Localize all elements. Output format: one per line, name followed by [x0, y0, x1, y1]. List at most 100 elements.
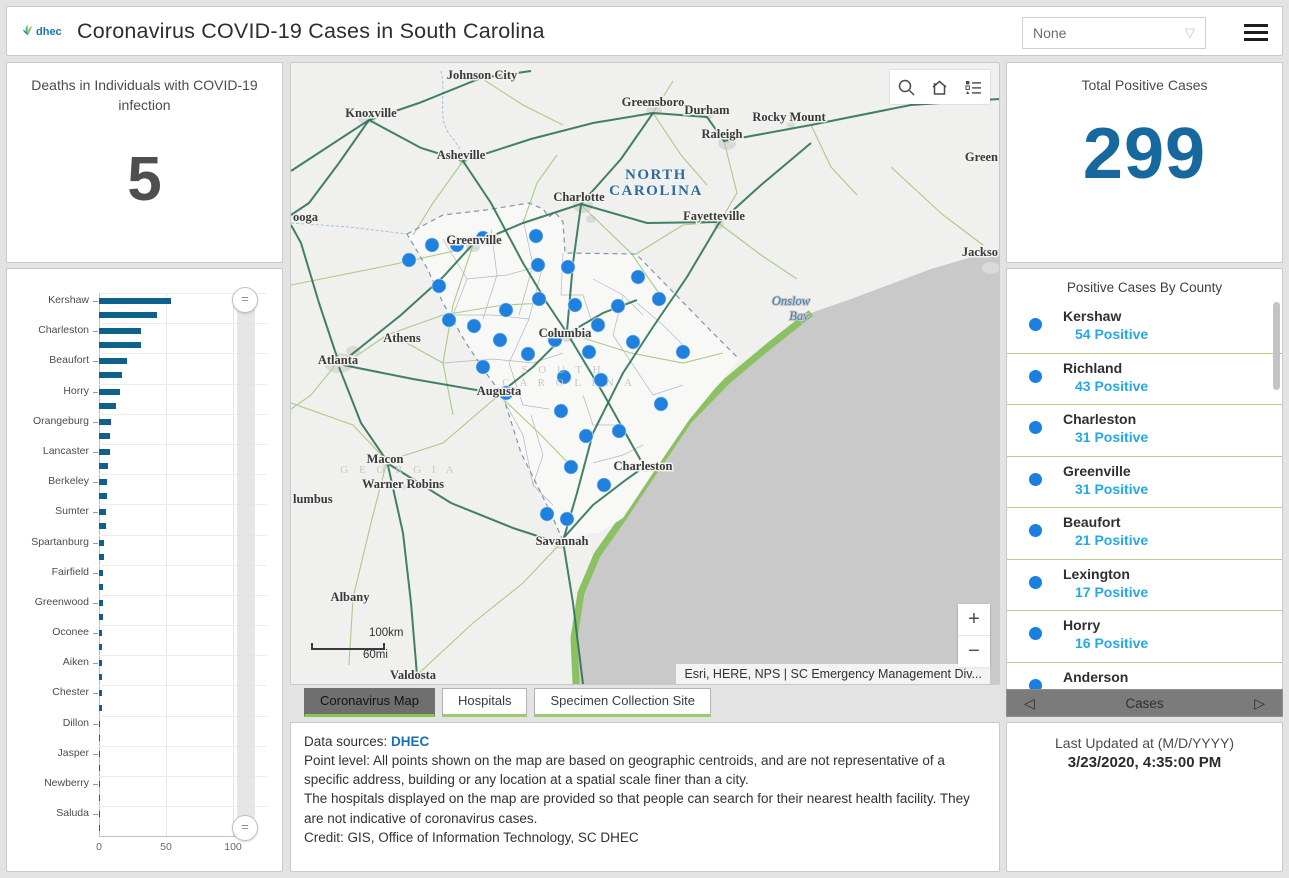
sources-lines: Point level: All points shown on the map…	[304, 751, 986, 847]
pager-prev-icon[interactable]: ◁	[1007, 690, 1052, 716]
map-case-dot[interactable]	[499, 303, 513, 317]
dhec-link[interactable]: DHEC	[391, 734, 429, 749]
deaths-panel: Deaths in Individuals with COVID-19 infe…	[6, 62, 283, 263]
county-list-item[interactable]: Greenville31 Positive	[1007, 457, 1282, 509]
map-case-dot[interactable]	[476, 360, 490, 374]
chart-row	[7, 399, 267, 414]
chart-bar	[99, 630, 102, 636]
last-updated-value: 3/23/2020, 4:35:00 PM	[1007, 754, 1282, 771]
tab-hospitals[interactable]: Hospitals	[442, 688, 527, 717]
chart-category-label: Newberry	[7, 776, 99, 791]
case-dot-icon	[1029, 576, 1042, 589]
chart-row	[7, 550, 267, 565]
zoom-out-button[interactable]: −	[958, 636, 990, 667]
map-case-dot[interactable]	[531, 258, 545, 272]
search-icon[interactable]	[892, 72, 922, 102]
county-list-item[interactable]: Kershaw54 Positive	[1007, 302, 1282, 354]
zoom-in-button[interactable]: +	[958, 604, 990, 636]
county-list-item[interactable]: Richland 43 Positive	[1007, 354, 1282, 406]
county-name: Charleston	[1063, 411, 1136, 427]
chart-bar	[99, 765, 100, 771]
map-panel[interactable]: Johnson CityKnoxvilleGreensboroDurhamRal…	[290, 62, 1000, 685]
chart-category-tick	[93, 482, 98, 483]
map-case-dot[interactable]	[402, 253, 416, 267]
map-case-dot[interactable]	[676, 345, 690, 359]
chart-bar	[99, 825, 100, 831]
chart-bar	[99, 735, 100, 741]
map-case-dot[interactable]	[579, 429, 593, 443]
map-case-dot[interactable]	[532, 292, 546, 306]
map-case-dot[interactable]	[564, 460, 578, 474]
chart-scrollbar-track[interactable]	[237, 295, 255, 825]
chart-row	[7, 821, 267, 836]
county-list-item[interactable]: Beaufort21 Positive	[1007, 508, 1282, 560]
map-case-dot[interactable]	[654, 397, 668, 411]
legend-icon[interactable]	[958, 72, 988, 102]
deaths-title: Deaths in Individuals with COVID-19 infe…	[7, 63, 282, 116]
home-icon[interactable]	[925, 72, 955, 102]
map-case-dot[interactable]	[597, 478, 611, 492]
chart-row: Kershaw	[7, 293, 267, 308]
header: dhec Coronavirus COVID-19 Cases in South…	[6, 6, 1283, 56]
county-name: Richland	[1063, 360, 1122, 376]
map-label-athens: Athens	[383, 331, 421, 345]
chart-category-label: Aiken	[7, 655, 99, 670]
county-list-item[interactable]: Lexington17 Positive	[1007, 560, 1282, 612]
pager-next-icon[interactable]: ▷	[1237, 690, 1282, 716]
chart-row: Dillon	[7, 716, 267, 731]
map-case-dot[interactable]	[554, 404, 568, 418]
chart-bar	[99, 721, 100, 727]
county-list-item[interactable]: Anderson13 Positive	[1007, 663, 1282, 691]
map-case-dot[interactable]	[442, 313, 456, 327]
map-case-dot[interactable]	[540, 507, 554, 521]
chart-category-label	[7, 821, 99, 836]
list-scrollbar-thumb[interactable]	[1273, 302, 1280, 390]
map-case-dot[interactable]	[529, 229, 543, 243]
map-label-bay: Bay	[789, 309, 809, 323]
tab-specimen-collection-site[interactable]: Specimen Collection Site	[534, 688, 711, 717]
map-case-dot[interactable]	[631, 270, 645, 284]
category-filter-select[interactable]: None ▽	[1022, 17, 1206, 49]
map-canvas[interactable]: Johnson CityKnoxvilleGreensboroDurhamRal…	[291, 63, 999, 684]
map-case-dot[interactable]	[611, 299, 625, 313]
map-label-johnson-city: Johnson City	[447, 68, 518, 82]
map-label-ooga: ooga	[293, 210, 319, 224]
map-case-dot[interactable]	[560, 512, 574, 526]
map-case-dot[interactable]	[561, 260, 575, 274]
map-case-dot[interactable]	[425, 238, 439, 252]
chart-bar	[99, 811, 100, 817]
chart-category-label: Spartanburg	[7, 535, 99, 550]
case-dot-icon	[1029, 627, 1042, 640]
county-list-item[interactable]: Charleston31 Positive	[1007, 405, 1282, 457]
chart-category-label	[7, 791, 99, 806]
map-case-dot[interactable]	[612, 424, 626, 438]
map-label-albany: Albany	[331, 590, 371, 604]
map-case-dot[interactable]	[568, 298, 582, 312]
chart-category-label	[7, 368, 99, 383]
chart-row	[7, 489, 267, 504]
case-dot-icon	[1029, 524, 1042, 537]
map-case-dot[interactable]	[626, 335, 640, 349]
chart-bar	[99, 705, 102, 711]
tab-coronavirus-map[interactable]: Coronavirus Map	[304, 688, 435, 717]
chart-category-tick	[93, 663, 98, 664]
map-case-dot[interactable]	[591, 318, 605, 332]
chart-row	[7, 670, 267, 685]
chart-row	[7, 429, 267, 444]
chart-row	[7, 368, 267, 383]
chart-category-label: Berkeley	[7, 474, 99, 489]
map-case-dot[interactable]	[521, 347, 535, 361]
map-case-dot[interactable]	[432, 279, 446, 293]
chart-range-handle-bottom-icon[interactable]: =	[232, 815, 258, 841]
county-positive-count: 43 Positive	[1075, 378, 1148, 394]
county-positive-count: 17 Positive	[1075, 584, 1148, 600]
map-case-dot[interactable]	[467, 319, 481, 333]
map-case-dot[interactable]	[493, 333, 507, 347]
county-list-item[interactable]: Horry16 Positive	[1007, 611, 1282, 663]
chart-range-handle-top-icon[interactable]: =	[232, 287, 258, 313]
chart-category-tick	[93, 543, 98, 544]
map-label-savannah: Savannah	[536, 534, 589, 548]
menu-icon[interactable]	[1244, 24, 1268, 41]
map-case-dot[interactable]	[582, 345, 596, 359]
map-case-dot[interactable]	[652, 292, 666, 306]
